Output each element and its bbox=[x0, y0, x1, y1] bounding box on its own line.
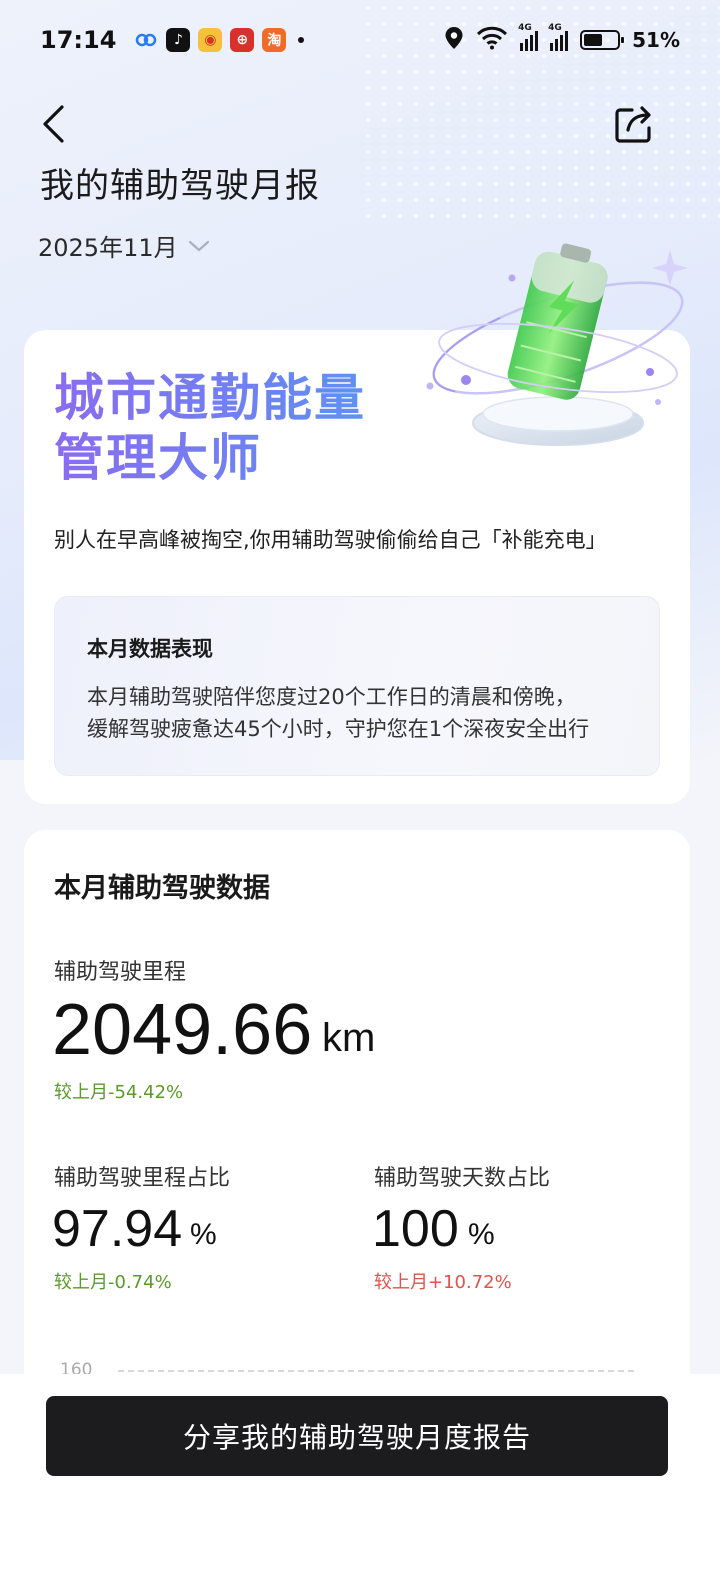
days-ratio-label: 辅助驾驶天数占比 bbox=[374, 1166, 551, 1191]
monthly-performance-box: 本月数据表现 本月辅助驾驶陪伴您度过20个工作日的清晨和傍晚， 缓解驾驶疲惫达4… bbox=[54, 596, 660, 776]
bank-app-icon: ⊕ bbox=[230, 28, 255, 52]
back-button[interactable] bbox=[40, 100, 80, 148]
mileage-ratio-label: 辅助驾驶里程占比 bbox=[54, 1166, 231, 1191]
location-icon bbox=[444, 26, 464, 54]
mileage-unit: km bbox=[322, 1016, 376, 1060]
more-notifications-dot bbox=[298, 37, 305, 43]
mileage-ratio-unit: % bbox=[190, 1218, 217, 1251]
chevron-down-icon bbox=[188, 240, 209, 251]
performance-text-line2: 缓解驾驶疲惫达45个小时，守护您在1个深夜安全出行 bbox=[87, 717, 590, 741]
status-time: 17:14 bbox=[40, 26, 117, 54]
share-report-button[interactable]: 分享我的辅助驾驶月度报告 bbox=[46, 1396, 668, 1476]
status-app-icons: ♪ ◉ ⊕ 淘 bbox=[134, 28, 305, 52]
cellular-signal-icon: 4G bbox=[518, 23, 539, 51]
status-bar: 17:14 ♪ ◉ ⊕ 淘 4G 4G 51% bbox=[0, 0, 720, 80]
performance-text-line1: 本月辅助驾驶陪伴您度过20个工作日的清晨和傍晚， bbox=[87, 685, 576, 709]
tiktok-icon: ♪ bbox=[166, 28, 191, 52]
days-ratio-unit: % bbox=[468, 1218, 495, 1251]
performance-title: 本月数据表现 bbox=[87, 637, 213, 661]
chevron-left-icon bbox=[43, 105, 64, 143]
share-button[interactable] bbox=[612, 102, 656, 146]
mileage-change: 较上月-54.42% bbox=[54, 1082, 184, 1103]
cellular-signal-icon-2: 4G bbox=[548, 23, 569, 51]
baidu-netdisk-icon bbox=[134, 28, 158, 52]
chart-gridline bbox=[118, 1370, 634, 1372]
wifi-icon bbox=[476, 26, 508, 54]
taobao-icon: 淘 bbox=[262, 28, 287, 52]
status-indicators: 4G 4G 51% bbox=[444, 23, 680, 54]
month-selector[interactable]: 2025年11月 bbox=[38, 228, 210, 263]
bottom-action-bar: 分享我的辅助驾驶月度报告 bbox=[0, 1374, 720, 1584]
battery-illustration bbox=[408, 238, 708, 478]
month-label: 2025年11月 bbox=[38, 234, 178, 262]
battery-percent: 51% bbox=[632, 28, 680, 52]
stats-card: 本月辅助驾驶数据 辅助驾驶里程 2049.66 km 较上月-54.42% 辅助… bbox=[24, 830, 690, 1430]
days-ratio-value: 100 bbox=[372, 1200, 459, 1258]
days-ratio-change: 较上月+10.72% bbox=[374, 1272, 512, 1293]
mileage-value: 2049.66 bbox=[52, 990, 313, 1070]
weibo-icon: ◉ bbox=[198, 28, 223, 52]
mileage-label: 辅助驾驶里程 bbox=[54, 960, 187, 985]
share-icon bbox=[615, 106, 651, 143]
page-title: 我的辅助驾驶月报 bbox=[40, 166, 320, 206]
hero-subtitle: 别人在早高峰被掏空,你用辅助驾驶偷偷给自己「补能充电」 bbox=[54, 528, 607, 552]
mileage-ratio-change: 较上月-0.74% bbox=[54, 1272, 172, 1293]
section-title: 本月辅助驾驶数据 bbox=[54, 873, 270, 904]
battery-icon bbox=[580, 30, 625, 50]
mileage-ratio-value: 97.94 bbox=[52, 1200, 183, 1258]
